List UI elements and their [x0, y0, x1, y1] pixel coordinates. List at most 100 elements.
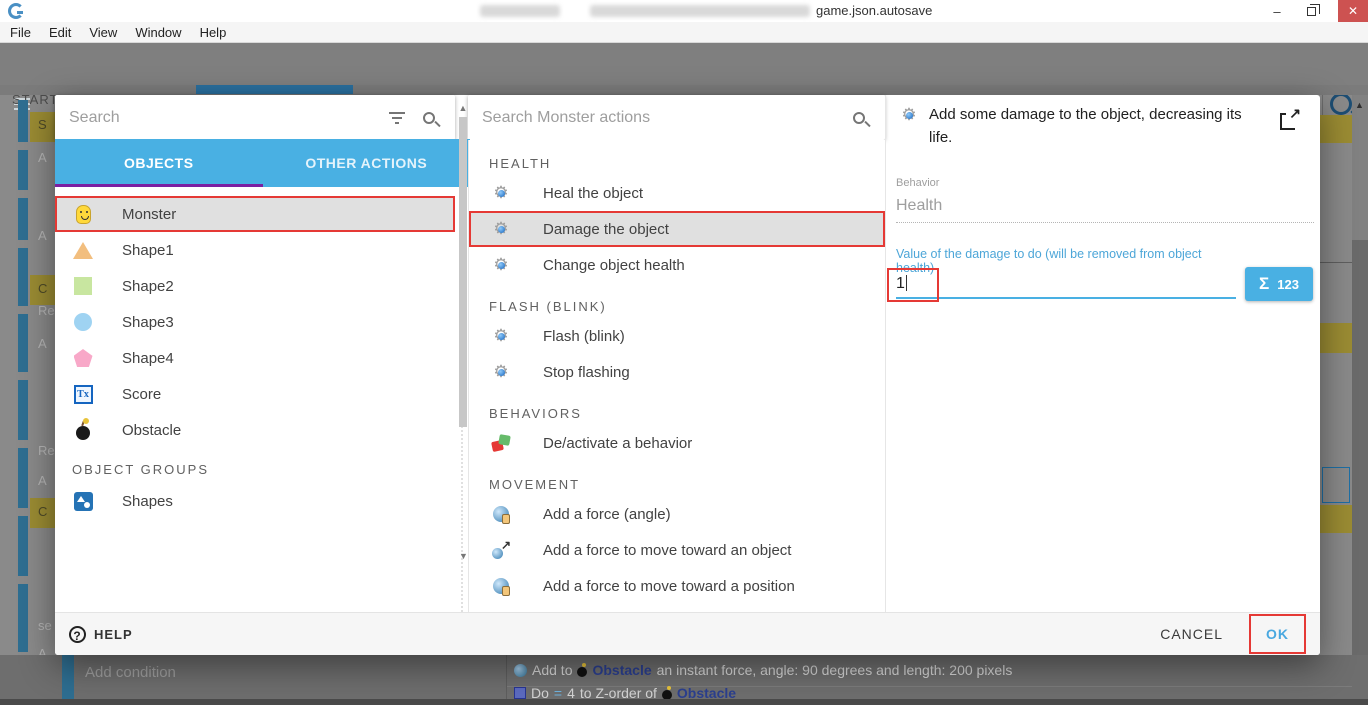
object-row-shape2[interactable]: Shape2 [55, 268, 455, 304]
action-search-input[interactable] [468, 109, 853, 127]
force-icon [493, 506, 509, 522]
events-sheet-bottom: Add condition Add to Obstacle an instant… [0, 655, 1368, 705]
restore-button[interactable] [1296, 0, 1326, 22]
highlight-box-param [887, 268, 939, 302]
event-indent-bar [18, 248, 28, 306]
expression-editor-button[interactable]: Σ 123 [1245, 267, 1313, 301]
menu-window[interactable]: Window [135, 25, 181, 40]
flash-gear-icon [492, 363, 510, 381]
action-label: Add a force to move toward a position [543, 578, 795, 595]
action-label: Add a force (angle) [543, 506, 671, 523]
object-label: Score [122, 386, 161, 403]
behavior-select[interactable]: Health [896, 197, 942, 215]
sigma-icon: Σ [1259, 274, 1269, 294]
menu-view[interactable]: View [89, 25, 117, 40]
object-row-shape4[interactable]: Shape4 [55, 340, 455, 376]
clipped-event-text: C [38, 281, 54, 296]
help-label: HELP [94, 627, 133, 642]
object-row-monster[interactable]: Monster [55, 196, 455, 232]
cancel-button[interactable]: CANCEL [1160, 626, 1223, 642]
scroll-up-icon[interactable]: ▲ [457, 103, 469, 113]
behavior-field-label: Behavior [896, 177, 939, 189]
scrollbar-thumb[interactable] [459, 117, 467, 427]
object-row-obstacle[interactable]: Obstacle [55, 412, 455, 448]
events-scrollbar[interactable]: ▲ [1352, 95, 1368, 705]
event-indent-bar [18, 584, 28, 652]
highlighted-event-row [1320, 505, 1352, 533]
selected-event-outline [1322, 467, 1350, 503]
menu-help[interactable]: Help [200, 25, 227, 40]
action-label: Change object health [543, 257, 685, 274]
flash-gear-icon [492, 327, 510, 345]
menubar: File Edit View Window Help [0, 22, 1368, 43]
action-row-deactivate-behavior[interactable]: De/activate a behavior [469, 425, 885, 461]
action-label: De/activate a behavior [543, 435, 692, 452]
clipped-event-text: A [38, 336, 54, 351]
object-row-score[interactable]: Score [55, 376, 455, 412]
object-row-shapes-group[interactable]: Shapes [55, 483, 455, 519]
actions-list: HEALTH Heal the object Damage the object… [468, 140, 885, 612]
section-header-movement: MOVEMENT [489, 477, 885, 492]
action-row-force-toward-object[interactable]: Add a force to move toward an object [469, 532, 885, 568]
action-label: Add a force to move toward an object [543, 542, 791, 559]
action-row-add-force-angle[interactable]: Add a force (angle) [469, 496, 885, 532]
clipped-event-text: S [38, 117, 54, 132]
action-row-change-health[interactable]: Change object health [469, 247, 885, 283]
event-indent-bar [18, 150, 28, 190]
menu-file[interactable]: File [10, 25, 31, 40]
health-gear-icon [900, 106, 918, 124]
actions-scrollbar[interactable]: ▲ ▼ [457, 103, 469, 563]
object-row-shape3[interactable]: Shape3 [55, 304, 455, 340]
restore-icon [1307, 7, 1316, 16]
object-list: Monster Shape1 Shape2 Shape3 Shape4 Scor… [55, 187, 455, 612]
action-row-force-toward-position[interactable]: Add a force to move toward a position [469, 568, 885, 604]
action-row-damage[interactable]: Damage the object [469, 211, 885, 247]
force-icon [493, 578, 509, 594]
action-row-stop-flashing[interactable]: Stop flashing [469, 354, 885, 390]
action-row-clipped[interactable] [469, 604, 885, 612]
tab-objects[interactable]: OBJECTS [55, 139, 263, 187]
window-bottom-edge [0, 699, 1368, 705]
help-button[interactable]: ? HELP [69, 626, 133, 643]
redacted-path-blur [590, 5, 810, 17]
object-label: Shape4 [122, 350, 174, 367]
scroll-down-icon[interactable]: ▼ [459, 551, 468, 561]
object-groups-header: OBJECT GROUPS [72, 462, 455, 477]
ok-button[interactable]: OK [1249, 614, 1306, 654]
clipped-event-text: A [38, 228, 54, 243]
action-label: Heal the object [543, 185, 643, 202]
highlighted-event-row [1320, 323, 1352, 353]
action-description: Add some damage to the object, decreasin… [929, 103, 1264, 149]
event-indent-bar [18, 448, 28, 508]
search-icon [853, 112, 865, 124]
tab-other-actions[interactable]: OTHER ACTIONS [263, 139, 471, 187]
action-row-heal[interactable]: Heal the object [469, 175, 885, 211]
event-divider [1320, 262, 1352, 263]
event-indent-bar [18, 100, 28, 142]
scrollbar-thumb[interactable] [1352, 240, 1368, 705]
filter-icon[interactable] [389, 112, 405, 124]
behavior-icon [492, 435, 510, 451]
minimize-button[interactable]: – [1262, 0, 1292, 22]
search-events-button[interactable] [1330, 93, 1352, 115]
monster-icon [76, 205, 91, 224]
action-row-flash[interactable]: Flash (blink) [469, 318, 885, 354]
close-button[interactable]: ✕ [1338, 0, 1368, 22]
object-row-shape1[interactable]: Shape1 [55, 232, 455, 268]
conditions-actions-divider [506, 655, 507, 705]
param-label: Value of the damage to do (will be remov… [896, 247, 1241, 275]
action-label: Flash (blink) [543, 328, 625, 345]
window-title: game.json.autosave [816, 3, 932, 18]
health-gear-icon [492, 184, 510, 202]
expression-123-label: 123 [1277, 277, 1299, 292]
object-label: Obstacle [122, 422, 181, 439]
action-row[interactable]: Add to Obstacle an instant force, angle:… [514, 662, 1012, 678]
add-condition-placeholder[interactable]: Add condition [85, 664, 176, 681]
open-in-new-icon[interactable] [1280, 115, 1295, 130]
object-search-input[interactable] [55, 109, 389, 127]
menu-edit[interactable]: Edit [49, 25, 71, 40]
triangle-icon [73, 242, 93, 259]
action-chooser-dialog: OBJECTS OTHER ACTIONS Monster Shape1 Sha… [55, 95, 1320, 655]
scroll-up-icon[interactable]: ▲ [1355, 100, 1364, 110]
action-details-panel: Add some damage to the object, decreasin… [885, 95, 1320, 612]
